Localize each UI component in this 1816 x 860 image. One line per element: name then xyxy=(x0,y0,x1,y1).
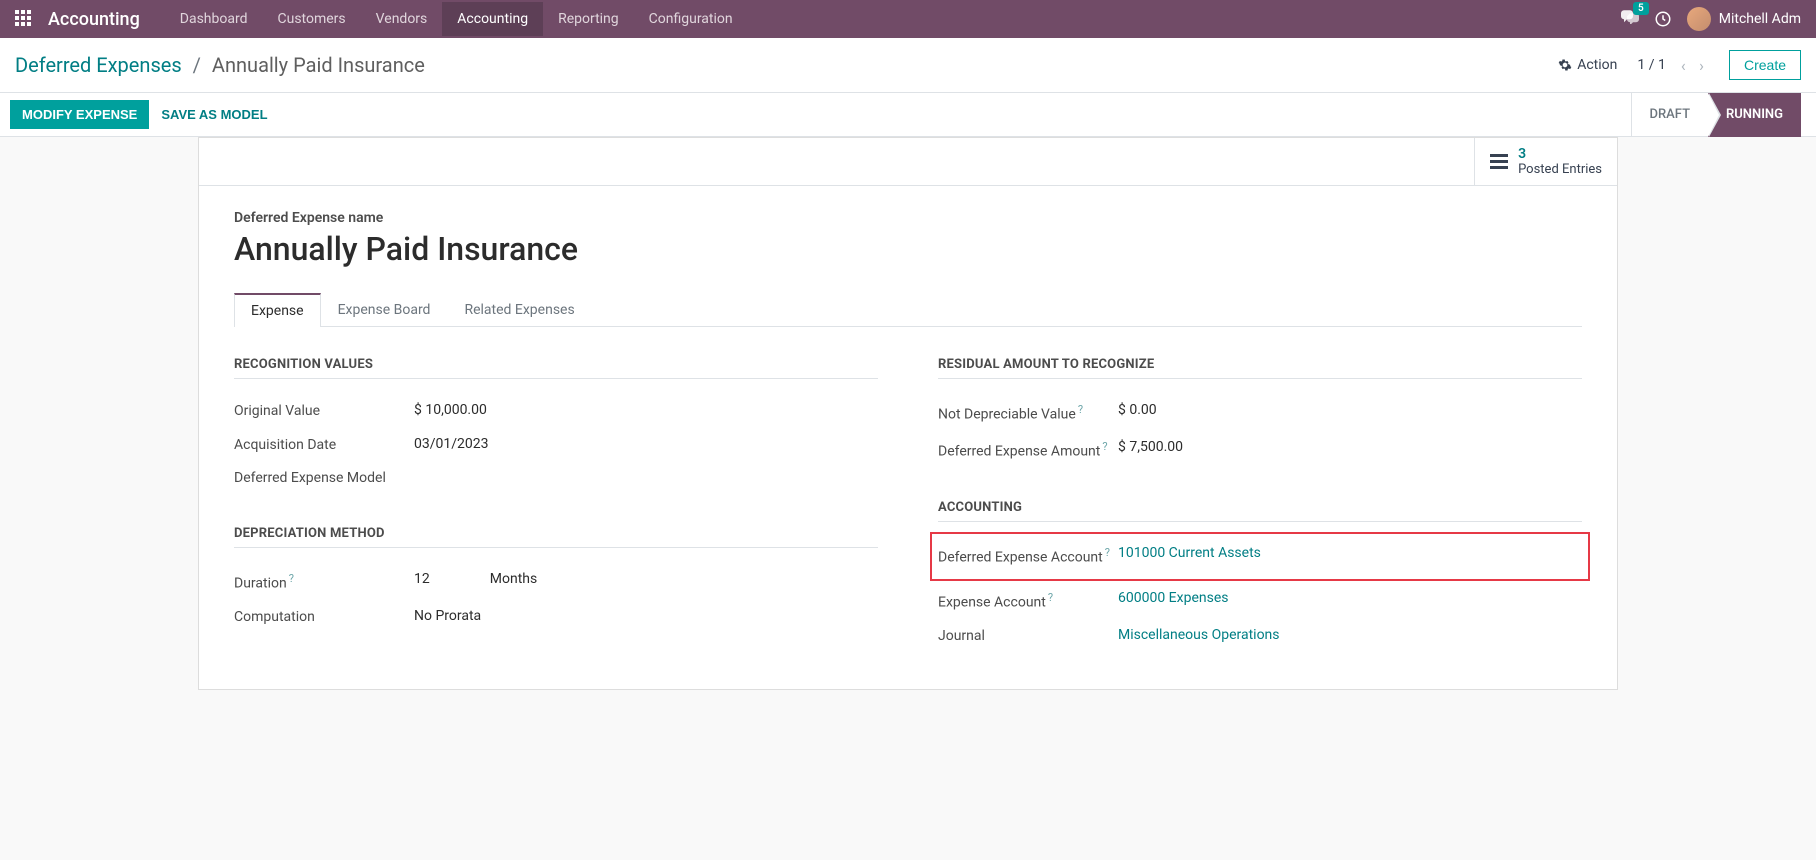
value-not-depreciable: $ 0.00 xyxy=(1118,402,1157,418)
status-draft[interactable]: DRAFT xyxy=(1632,93,1709,137)
value-deferred-amount: $ 7,500.00 xyxy=(1118,439,1183,455)
label-expense-account: Expense Account? xyxy=(938,590,1118,613)
field-not-depreciable: Not Depreciable Value? $ 0.00 xyxy=(938,395,1582,432)
tab-content: RECOGNITION VALUES Original Value $ 10,0… xyxy=(234,327,1582,654)
form-sheet: 3 Posted Entries Deferred Expense name A… xyxy=(198,137,1618,690)
left-column: RECOGNITION VALUES Original Value $ 10,0… xyxy=(234,357,878,654)
nav-item-vendors[interactable]: Vendors xyxy=(361,2,443,36)
clock-icon[interactable] xyxy=(1654,10,1672,28)
save-as-model-button[interactable]: SAVE AS MODEL xyxy=(161,107,267,122)
nav-item-accounting[interactable]: Accounting xyxy=(442,2,543,36)
title-label: Deferred Expense name xyxy=(234,210,1582,226)
help-icon[interactable]: ? xyxy=(1078,403,1083,416)
breadcrumb-parent[interactable]: Deferred Expenses xyxy=(15,53,182,77)
section-recognition-title: RECOGNITION VALUES xyxy=(234,357,878,379)
nav-item-reporting[interactable]: Reporting xyxy=(543,2,634,36)
nav-item-configuration[interactable]: Configuration xyxy=(634,2,748,36)
content-area: 3 Posted Entries Deferred Expense name A… xyxy=(0,137,1816,860)
breadcrumb-bar: Deferred Expenses / Annually Paid Insura… xyxy=(0,38,1816,93)
pager-next[interactable]: › xyxy=(1694,56,1709,75)
field-computation: Computation No Prorata xyxy=(234,601,878,635)
pager-text: 1 / 1 xyxy=(1637,57,1665,73)
apps-icon[interactable] xyxy=(15,10,33,28)
sheet-body: Deferred Expense name Annually Paid Insu… xyxy=(199,186,1617,689)
help-icon[interactable]: ? xyxy=(1102,440,1107,453)
avatar xyxy=(1687,7,1711,31)
field-deferred-account: Deferred Expense Account? 101000 Current… xyxy=(938,538,1582,575)
right-column: RESIDUAL AMOUNT TO RECOGNIZE Not Depreci… xyxy=(938,357,1582,654)
section-accounting-title: ACCOUNTING xyxy=(938,500,1582,522)
create-button[interactable]: Create xyxy=(1729,50,1801,80)
tab-expense-board[interactable]: Expense Board xyxy=(321,293,448,327)
user-name: Mitchell Adm xyxy=(1719,11,1801,27)
value-original-value: $ 10,000.00 xyxy=(414,402,487,418)
label-computation: Computation xyxy=(234,608,414,628)
status-widget: DRAFT RUNNING xyxy=(1631,93,1802,137)
title-value: Annually Paid Insurance xyxy=(234,230,1582,268)
field-acquisition-date: Acquisition Date 03/01/2023 xyxy=(234,429,878,463)
section-residual-title: RESIDUAL AMOUNT TO RECOGNIZE xyxy=(938,357,1582,379)
nav-menu: Dashboard Customers Vendors Accounting R… xyxy=(165,2,748,36)
posted-entries-count: 3 xyxy=(1518,146,1602,162)
value-expense-account[interactable]: 600000 Expenses xyxy=(1118,590,1228,606)
help-icon[interactable]: ? xyxy=(1105,546,1110,559)
label-not-depreciable: Not Depreciable Value? xyxy=(938,402,1118,425)
field-journal: Journal Miscellaneous Operations xyxy=(938,620,1582,654)
top-nav: Accounting Dashboard Customers Vendors A… xyxy=(0,0,1816,38)
value-duration-unit: Months xyxy=(490,571,537,587)
nav-item-dashboard[interactable]: Dashboard xyxy=(165,2,263,36)
field-deferred-amount: Deferred Expense Amount? $ 7,500.00 xyxy=(938,432,1582,469)
value-duration-number: 12 xyxy=(414,571,430,587)
user-menu[interactable]: Mitchell Adm xyxy=(1687,7,1801,31)
field-expense-account: Expense Account? 600000 Expenses xyxy=(938,583,1582,620)
field-duration: Duration? 12 Months xyxy=(234,564,878,601)
action-label: Action xyxy=(1577,57,1617,73)
label-deferred-amount: Deferred Expense Amount? xyxy=(938,439,1118,462)
breadcrumb: Deferred Expenses / Annually Paid Insura… xyxy=(15,53,425,77)
posted-entries-label: Posted Entries xyxy=(1518,162,1602,177)
field-deferred-model: Deferred Expense Model xyxy=(234,462,878,496)
modify-expense-button[interactable]: MODIFY EXPENSE xyxy=(10,100,149,129)
value-acquisition-date: 03/01/2023 xyxy=(414,436,489,452)
app-name[interactable]: Accounting xyxy=(48,9,140,30)
chat-icon[interactable]: 5 xyxy=(1621,10,1639,28)
label-deferred-account: Deferred Expense Account? xyxy=(938,545,1118,568)
status-bar: MODIFY EXPENSE SAVE AS MODEL DRAFT RUNNI… xyxy=(0,93,1816,137)
value-deferred-account[interactable]: 101000 Current Assets xyxy=(1118,545,1261,561)
pager: 1 / 1 ‹ › xyxy=(1637,56,1709,75)
field-original-value: Original Value $ 10,000.00 xyxy=(234,395,878,429)
list-icon xyxy=(1490,154,1508,169)
value-computation: No Prorata xyxy=(414,608,481,624)
label-deferred-model: Deferred Expense Model xyxy=(234,469,414,489)
nav-right: 5 Mitchell Adm xyxy=(1621,7,1801,31)
section-depreciation-title: DEPRECIATION METHOD xyxy=(234,526,878,548)
action-menu[interactable]: Action xyxy=(1558,57,1617,73)
label-journal: Journal xyxy=(938,627,1118,647)
tab-expense[interactable]: Expense xyxy=(234,293,321,327)
breadcrumb-separator: / xyxy=(193,53,201,77)
nav-item-customers[interactable]: Customers xyxy=(263,2,361,36)
status-running[interactable]: RUNNING xyxy=(1708,93,1801,137)
help-icon[interactable]: ? xyxy=(1048,591,1053,604)
breadcrumb-current: Annually Paid Insurance xyxy=(212,53,425,77)
highlighted-field: Deferred Expense Account? 101000 Current… xyxy=(930,532,1590,581)
label-acquisition-date: Acquisition Date xyxy=(234,436,414,456)
label-original-value: Original Value xyxy=(234,402,414,422)
gear-icon xyxy=(1558,58,1572,72)
value-journal[interactable]: Miscellaneous Operations xyxy=(1118,627,1280,643)
breadcrumb-actions: Action 1 / 1 ‹ › Create xyxy=(1558,50,1801,80)
tab-bar: Expense Expense Board Related Expenses xyxy=(234,292,1582,327)
sheet-top: 3 Posted Entries xyxy=(199,138,1617,186)
help-icon[interactable]: ? xyxy=(289,572,294,585)
posted-entries-button[interactable]: 3 Posted Entries xyxy=(1474,138,1617,185)
chat-badge-count: 5 xyxy=(1633,2,1649,15)
label-duration: Duration? xyxy=(234,571,414,594)
tab-related-expenses[interactable]: Related Expenses xyxy=(447,293,591,327)
pager-prev[interactable]: ‹ xyxy=(1676,56,1691,75)
